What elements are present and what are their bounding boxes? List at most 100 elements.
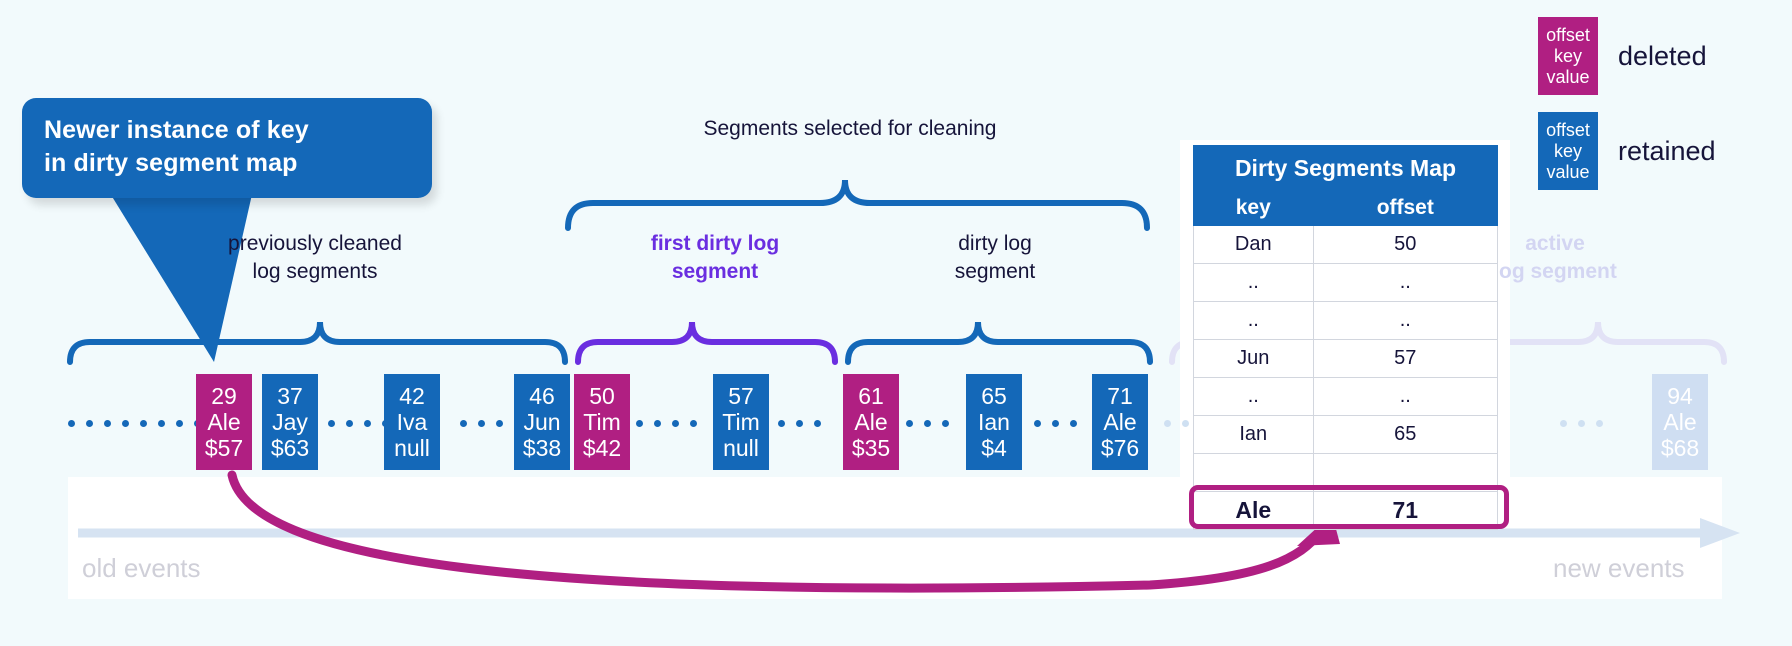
legend-label-deleted: deleted [1618,40,1707,71]
log-segment-record[interactable]: 57 Tim null [713,374,769,470]
log-segment-record[interactable]: 61 Ale $35 [843,374,899,470]
legend-label-retained: retained [1618,135,1716,166]
record-offset: 65 [981,383,1007,409]
record-key: Ale [207,409,241,435]
cell-key: Ian [1193,415,1314,454]
record-offset: 71 [1107,383,1133,409]
legend-swatch-retained: offset key value [1538,112,1598,190]
record-value: null [723,435,759,461]
label-first-dirty-log-segment: first dirty log segment [600,230,830,286]
record-value: null [394,435,430,461]
legend-swatch-line-value: value [1546,161,1590,182]
record-offset: 57 [728,383,754,409]
dot-separator [460,418,521,428]
record-key: Jun [523,409,561,435]
table-row-highlighted[interactable]: Ale 71 [1193,491,1499,530]
cell-key: Jun [1193,339,1314,378]
log-segment-record[interactable]: 50 Tim $42 [574,374,630,470]
axis-label-old-events: old events [82,553,201,583]
record-offset: 46 [529,383,555,409]
record-key: Iva [396,409,428,435]
record-offset: 61 [858,383,884,409]
record-offset: 50 [589,383,615,409]
table-row[interactable]: Jun 57 [1193,339,1499,378]
table-row[interactable] [1193,453,1499,492]
record-key: Ale [1663,409,1697,435]
label-segments-selected-for-cleaning: Segments selected for cleaning [703,117,997,140]
bracket-segments-selected-for-cleaning [565,179,1150,231]
legend-swatch-line-value: value [1546,66,1590,87]
record-value: $76 [1100,435,1140,461]
table-row[interactable]: .... [1193,263,1499,302]
cell-key [1193,453,1314,492]
callout-line-2: in dirty segment map [44,149,298,177]
dot-separator [906,418,949,428]
table-row[interactable]: Ian 65 [1193,415,1499,454]
log-segment-record[interactable]: 37 Jay $63 [262,374,318,470]
record-offset: 94 [1667,383,1693,409]
table-row[interactable]: .... [1193,301,1499,340]
dot-separator [636,418,697,428]
dot-separator [1034,418,1077,428]
callout-bubble: Newer instance of key in dirty segment m… [22,98,432,198]
record-key: Ale [1103,409,1137,435]
record-offset: 37 [277,383,303,409]
cell-offset [1312,453,1499,492]
axis-label-new-events: new events [1553,553,1685,583]
cell-key: .. [1193,301,1314,340]
record-offset: 29 [211,383,237,409]
label-dirty-log-segment: dirty log segment [880,230,1110,286]
cell-key: .. [1193,263,1314,302]
record-value: $42 [582,435,622,461]
legend-swatch-line-key: key [1553,45,1582,66]
label-first-dirty-line-1: first dirty log [650,232,780,255]
label-previously-cleaned-line-2: log segments [252,260,378,283]
dot-separator [1560,418,1603,428]
record-value: $35 [851,435,891,461]
cell-key: .. [1193,377,1314,416]
cell-offset: .. [1312,263,1499,302]
record-key: Tim [722,409,760,435]
bracket-previously-cleaned [67,321,568,365]
log-segment-record[interactable]: 46 Jun $38 [514,374,570,470]
record-key: Ian [978,409,1010,435]
diagram-vector-layer [67,179,1740,593]
log-segment-record[interactable]: 65 Ian $4 [966,374,1022,470]
table-header-row: key offset [1193,190,1499,226]
table-row[interactable]: Dan 50 [1193,225,1499,264]
log-segment-record[interactable]: 29 Ale $57 [196,374,252,470]
cell-offset: .. [1312,301,1499,340]
dot-separator [778,418,821,428]
cell-offset: 65 [1312,415,1499,454]
log-segment-record-active[interactable]: 94 Ale $68 [1652,374,1708,470]
label-dirty-line-2: segment [954,260,1036,283]
record-value: $4 [981,435,1007,461]
legend-swatch-line-key: key [1553,140,1582,161]
dirty-segments-map-table: Dirty Segments Map key offset Dan 50 ....… [1193,145,1499,530]
table-title: Dirty Segments Map [1193,145,1498,191]
log-segment-record[interactable]: 71 Ale $76 [1092,374,1148,470]
column-header-key: key [1193,190,1314,226]
record-key: Jay [272,409,308,435]
cell-offset: .. [1312,377,1499,416]
label-previously-cleaned-line-1: previously cleaned [228,232,402,255]
table-row[interactable]: .... [1193,377,1499,416]
callout-line-1: Newer instance of key [44,116,309,144]
cell-offset: 71 [1312,491,1499,530]
record-key: Ale [854,409,888,435]
record-value: $38 [522,435,562,461]
legend-swatch-line-offset: offset [1546,119,1590,140]
record-offset: 42 [399,383,425,409]
label-dirty-line-1: dirty log [958,232,1032,255]
bracket-first-dirty-log-segment [575,321,838,365]
legend-swatch-line-offset: offset [1546,24,1590,45]
log-segment-record[interactable]: 42 Iva null [384,374,440,470]
label-first-dirty-line-2: segment [671,260,759,283]
bracket-dirty-log-segment [845,321,1153,365]
legend-item-retained: offset key value retained [1538,112,1716,190]
cell-key: Ale [1193,491,1314,530]
dot-separator [328,418,389,428]
diagram-canvas: Newer instance of key in dirty segment m… [0,0,1792,646]
dot-separator [68,418,201,428]
cell-offset: 50 [1312,225,1499,264]
